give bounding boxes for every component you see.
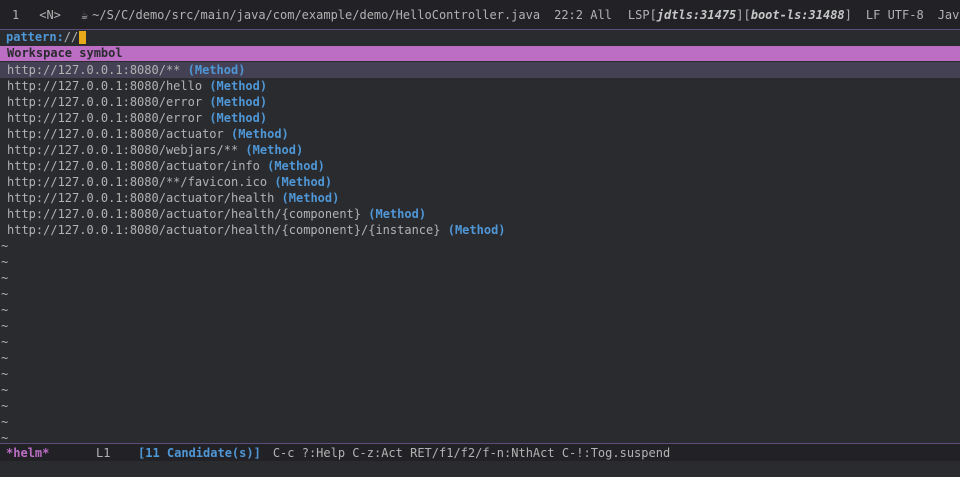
candidate-url: http://127.0.0.1:8080/actuator/health — [7, 191, 275, 205]
candidate-kind: (Method) — [187, 63, 246, 77]
candidate-url: http://127.0.0.1:8080/error — [7, 111, 203, 125]
candidate-url: http://127.0.0.1:8080/** — [7, 63, 181, 77]
candidate-kind: (Method) — [230, 127, 289, 141]
tilde-marker: ~ — [1, 319, 9, 333]
tilde-marker: ~ — [1, 351, 9, 365]
tilde-marker: ~ — [1, 383, 9, 397]
candidate-row[interactable]: http://127.0.0.1:8080/** (Method) — [0, 62, 960, 78]
tilde-marker: ~ — [1, 415, 9, 429]
helm-buffer-name: *helm* — [6, 445, 50, 460]
lsp-status[interactable]: LSP[jdtls:31475][boot-ls:31488] — [612, 8, 852, 22]
tilde-marker: ~ — [1, 255, 9, 269]
candidate-row[interactable]: http://127.0.0.1:8080/actuator/info (Met… — [0, 158, 960, 174]
candidate-row[interactable]: http://127.0.0.1:8080/hello (Method) — [0, 78, 960, 94]
candidate-kind: (Method) — [281, 191, 340, 205]
candidate-url: http://127.0.0.1:8080/actuator/health/{c… — [7, 223, 441, 237]
lsp-server-boot-ls: boot-ls:31488 — [750, 7, 845, 22]
candidate-url: http://127.0.0.1:8080/**/favicon.ico — [7, 175, 268, 189]
evil-state: <N> — [39, 7, 61, 22]
tilde-marker: ~ — [1, 335, 9, 349]
candidate-url: http://127.0.0.1:8080/actuator/health/{c… — [7, 207, 362, 221]
empty-line-markers: ~ ~ ~ ~ ~ ~ ~ ~ ~ ~ ~ ~ ~ — [0, 238, 20, 446]
pattern-input[interactable]: // — [64, 30, 78, 45]
candidate-row[interactable]: http://127.0.0.1:8080/webjars/** (Method… — [0, 142, 960, 158]
helm-mode-line: *helm* L1 [11 Candidate(s)] C-c ?:Help C… — [0, 443, 960, 461]
candidate-list: http://127.0.0.1:8080/** (Method) http://… — [0, 62, 960, 238]
cursor-position: 22:2 All — [554, 7, 612, 22]
tilde-marker: ~ — [1, 239, 9, 253]
candidate-kind: (Method) — [245, 143, 304, 157]
candidate-row[interactable]: http://127.0.0.1:8080/error (Method) — [0, 110, 960, 126]
candidate-count: [11 Candidate(s)] — [138, 445, 261, 460]
candidate-row[interactable]: http://127.0.0.1:8080/actuator/health (M… — [0, 190, 960, 206]
candidate-kind: (Method) — [368, 207, 427, 221]
candidate-url: http://127.0.0.1:8080/actuator/info — [7, 159, 260, 173]
tilde-marker: ~ — [1, 271, 9, 285]
eol-encoding[interactable]: LF UTF-8 — [852, 8, 924, 22]
helm-prompt[interactable]: pattern: // — [6, 30, 87, 45]
minibuffer[interactable] — [0, 461, 960, 477]
key-help: C-c ?:Help C-z:Act RET/f1/f2/f-n:NthAct … — [272, 445, 671, 460]
text-cursor — [79, 31, 87, 44]
candidate-url: http://127.0.0.1:8080/error — [7, 95, 203, 109]
tilde-marker: ~ — [1, 399, 9, 413]
buffer-file-path[interactable]: ~/S/C/demo/src/main/java/com/example/dem… — [88, 8, 540, 22]
candidate-kind: (Method) — [209, 79, 268, 93]
candidate-row[interactable]: http://127.0.0.1:8080/actuator/health/{c… — [0, 222, 960, 238]
candidate-kind: (Method) — [209, 111, 268, 125]
candidate-row[interactable]: http://127.0.0.1:8080/**/favicon.ico (Me… — [0, 174, 960, 190]
tilde-marker: ~ — [1, 367, 9, 381]
candidate-url: http://127.0.0.1:8080/webjars/** — [7, 143, 239, 157]
major-mode[interactable]: Java//l — [924, 8, 960, 22]
line-number: L1 — [96, 445, 111, 460]
candidate-row[interactable]: http://127.0.0.1:8080/error (Method) — [0, 94, 960, 110]
tilde-marker: ~ — [1, 287, 9, 301]
candidate-kind: (Method) — [447, 223, 506, 237]
java-icon: ☕ — [80, 7, 89, 22]
tilde-marker: ~ — [1, 303, 9, 317]
candidate-kind: (Method) — [274, 175, 333, 189]
candidate-kind: (Method) — [267, 159, 325, 173]
prompt-label: pattern: — [6, 30, 64, 44]
candidate-kind: (Method) — [209, 95, 268, 109]
candidate-row[interactable]: http://127.0.0.1:8080/actuator (Method) — [0, 126, 960, 142]
source-header: Workspace symbol — [0, 46, 960, 61]
candidate-url: http://127.0.0.1:8080/actuator — [7, 127, 224, 141]
candidate-url: http://127.0.0.1:8080/hello — [7, 79, 203, 93]
mode-line: 1 <N> ☕ ~/S/C/demo/src/main/java/com/exa… — [0, 0, 960, 30]
lsp-server-jdtls: jdtls:31475 — [656, 7, 737, 22]
window-number[interactable]: 1 — [0, 8, 19, 22]
candidate-row[interactable]: http://127.0.0.1:8080/actuator/health/{c… — [0, 206, 960, 222]
